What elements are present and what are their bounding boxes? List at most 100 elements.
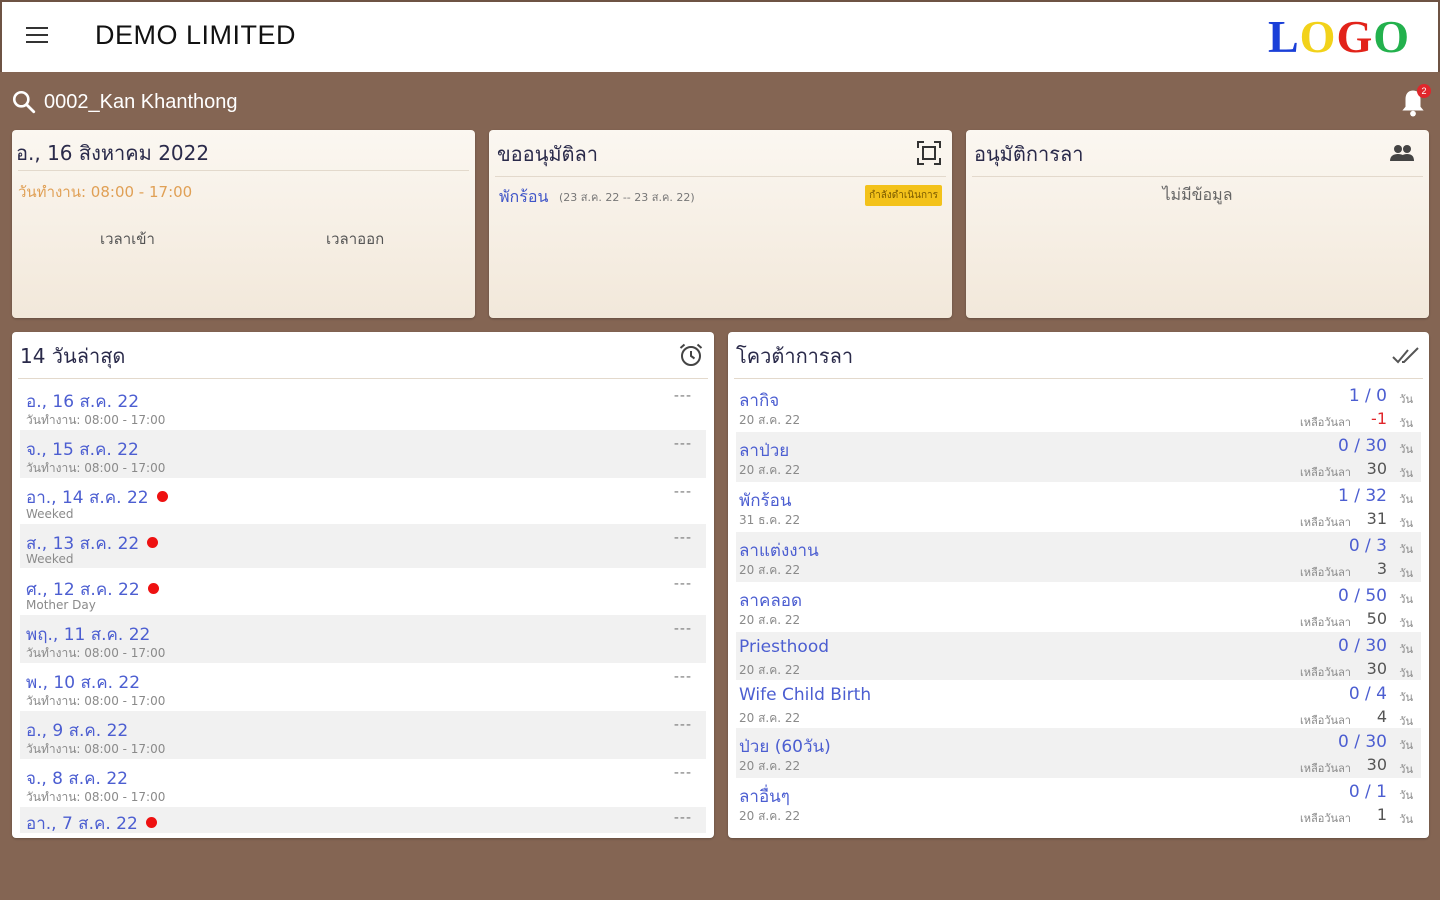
day-row[interactable]: อ., 16 ส.ค. 22 วันทำงาน: 08:00 - 17:00 -…: [20, 382, 706, 430]
today-shift: วันทำงาน: 08:00 - 17:00: [18, 183, 193, 201]
quota-unit: วัน: [1399, 763, 1413, 776]
quota-remain-label: เหลือวันลา: [1300, 714, 1351, 727]
quota-date: 20 ส.ค. 22: [739, 413, 801, 427]
quota-name: ลาป่วย: [739, 441, 790, 461]
quota-date: 20 ส.ค. 22: [739, 563, 801, 577]
quota-remain-label: เหลือวันลา: [1300, 566, 1351, 579]
quota-used-total: 0 / 3: [1348, 536, 1387, 556]
today-card: อ., 16 สิงหาคม 2022 วันทำงาน: 08:00 - 17…: [12, 130, 475, 318]
quota-remain-label: เหลือวันลา: [1300, 516, 1351, 529]
day-row[interactable]: อา., 7 ส.ค. 22 ---: [20, 807, 706, 834]
day-row[interactable]: อ., 9 ส.ค. 22 วันทำงาน: 08:00 - 17:00 --…: [20, 711, 706, 759]
quota-remain: 30: [1366, 755, 1387, 774]
quota-used-total: 0 / 50: [1338, 586, 1387, 606]
quota-name: Priesthood: [739, 637, 830, 657]
quota-remain-label: เหลือวันลา: [1300, 416, 1351, 429]
quota-remain: 1: [1376, 805, 1387, 824]
people-icon[interactable]: [1387, 141, 1417, 165]
quota-name: พักร้อน: [739, 491, 792, 511]
quota-remain-label: เหลือวันลา: [1300, 466, 1351, 479]
leave-request-item[interactable]: พักร้อน (23 ส.ค. 22 -- 23 ส.ค. 22) กำลัง…: [499, 185, 942, 207]
day-row[interactable]: พ., 10 ส.ค. 22 วันทำงาน: 08:00 - 17:00 -…: [20, 663, 706, 711]
quota-name: ป่วย (60วัน): [739, 737, 831, 757]
day-shift: วันทำงาน: 08:00 - 17:00: [26, 790, 166, 804]
day-status: ---: [673, 765, 692, 781]
divider: [495, 176, 946, 177]
quota-row[interactable]: ลาอื่นๆ 20 ส.ค. 22 0 / 1 วัน เหลือวันลา …: [736, 778, 1421, 830]
quota-unit: วัน: [1399, 493, 1413, 506]
quota-row[interactable]: Wife Child Birth 20 ส.ค. 22 0 / 4 วัน เห…: [736, 680, 1421, 728]
quota-unit: วัน: [1399, 567, 1413, 580]
quota-date: 20 ส.ค. 22: [739, 759, 801, 773]
divider: [972, 176, 1423, 177]
approve-leave-card: อนุมัติการลา ไม่มีข้อมูล: [966, 130, 1429, 318]
quota-used-total: 0 / 30: [1338, 436, 1387, 456]
divider: [18, 170, 469, 171]
notification-badge: 2: [1417, 84, 1431, 98]
day-row[interactable]: จ., 8 ส.ค. 22 วันทำงาน: 08:00 - 17:00 --…: [20, 759, 706, 807]
scan-icon[interactable]: [916, 140, 942, 166]
leave-request-card: ขออนุมัติลา พักร้อน (23 ส.ค. 22 -- 23 ส.…: [489, 130, 952, 318]
day-row[interactable]: ศ., 12 ส.ค. 22 Mother Day ---: [20, 570, 706, 614]
quota-unit: วัน: [1399, 643, 1413, 656]
day-row[interactable]: พฤ., 11 ส.ค. 22 วันทำงาน: 08:00 - 17:00 …: [20, 615, 706, 663]
quota-unit: วัน: [1399, 617, 1413, 630]
leave-quota-card: โควต้าการลา ลากิจ 20 ส.ค. 22 1 / 0 วัน เ…: [728, 332, 1429, 838]
day-status: ---: [673, 530, 692, 546]
day-row[interactable]: อา., 14 ส.ค. 22 Weeked ---: [20, 478, 706, 526]
alarm-clock-icon[interactable]: [678, 342, 704, 368]
leave-request-status-badge: กำลังดำเนินการ: [865, 185, 942, 206]
approve-empty-message: ไม่มีข้อมูล: [1162, 185, 1233, 204]
day-status: ---: [673, 669, 692, 685]
quota-date: 20 ส.ค. 22: [739, 463, 801, 477]
holiday-dot-icon: [147, 537, 159, 548]
double-check-icon[interactable]: [1391, 345, 1421, 367]
employee-search-bar: 0002_Kan Khanthong 2: [0, 72, 1440, 130]
company-logo: LOGO: [1267, 11, 1410, 62]
quota-name: ลาคลอด: [739, 591, 803, 611]
employee-search-input[interactable]: 0002_Kan Khanthong: [44, 91, 238, 114]
day-status: ---: [673, 484, 692, 500]
day-shift: วันทำงาน: 08:00 - 17:00: [26, 742, 166, 756]
quota-name: ลาอื่นๆ: [739, 787, 790, 807]
hamburger-menu-icon[interactable]: [26, 27, 52, 47]
notification-bell[interactable]: 2: [1398, 84, 1431, 120]
day-row[interactable]: ส., 13 ส.ค. 22 Weeked ---: [20, 524, 706, 568]
quota-row[interactable]: ลาคลอด 20 ส.ค. 22 0 / 50 วัน เหลือวันลา …: [736, 582, 1421, 632]
day-status: ---: [673, 717, 692, 733]
quota-row[interactable]: พักร้อน 31 ธ.ค. 22 1 / 32 วัน เหลือวันลา…: [736, 482, 1421, 532]
quota-row[interactable]: ลากิจ 20 ส.ค. 22 1 / 0 วัน เหลือวันลา -1…: [736, 382, 1421, 432]
day-shift: วันทำงาน: 08:00 - 17:00: [26, 461, 166, 475]
day-status: ---: [673, 436, 692, 452]
quota-unit: วัน: [1399, 739, 1413, 752]
quota-date: 20 ส.ค. 22: [739, 663, 801, 677]
quota-row[interactable]: ลาแต่งงาน 20 ส.ค. 22 0 / 3 วัน เหลือวันล…: [736, 532, 1421, 582]
company-name: DEMO LIMITED: [95, 20, 297, 50]
quota-used-total: 1 / 0: [1348, 386, 1387, 406]
quota-remain: 30: [1366, 659, 1387, 678]
quota-remain: -1: [1371, 409, 1387, 428]
day-shift: วันทำงาน: 08:00 - 17:00: [26, 646, 166, 660]
day-row[interactable]: จ., 15 ส.ค. 22 วันทำงาน: 08:00 - 17:00 -…: [20, 430, 706, 478]
day-shift: Weeked: [26, 507, 74, 521]
leave-request-title: ขออนุมัติลา: [497, 142, 599, 166]
search-icon[interactable]: [11, 89, 37, 115]
quota-remain: 30: [1366, 459, 1387, 478]
quota-date: 31 ธ.ค. 22: [739, 513, 801, 527]
quota-unit: วัน: [1399, 417, 1413, 430]
quota-row[interactable]: ป่วย (60วัน) 20 ส.ค. 22 0 / 30 วัน เหลือ…: [736, 728, 1421, 778]
quota-unit: วัน: [1399, 517, 1413, 530]
quota-row[interactable]: ลาป่วย 20 ส.ค. 22 0 / 30 วัน เหลือวันลา …: [736, 432, 1421, 482]
time-in-label: เวลาเข้า: [100, 230, 155, 248]
day-shift: วันทำงาน: 08:00 - 17:00: [26, 413, 166, 427]
quota-name: ลาแต่งงาน: [739, 541, 819, 561]
quota-unit: วัน: [1399, 393, 1413, 406]
holiday-dot-icon: [156, 491, 168, 502]
leave-request-type: พักร้อน: [499, 187, 549, 206]
quota-row[interactable]: Priesthood 20 ส.ค. 22 0 / 30 วัน เหลือวั…: [736, 632, 1421, 680]
quota-unit: วัน: [1399, 543, 1413, 556]
leave-request-range: (23 ส.ค. 22 -- 23 ส.ค. 22): [559, 191, 695, 204]
recent-days-card: 14 วันล่าสุด อ., 16 ส.ค. 22 วันทำงาน: 08…: [12, 332, 714, 838]
today-date: อ., 16 สิงหาคม 2022: [16, 141, 210, 165]
day-status: ---: [673, 388, 692, 404]
